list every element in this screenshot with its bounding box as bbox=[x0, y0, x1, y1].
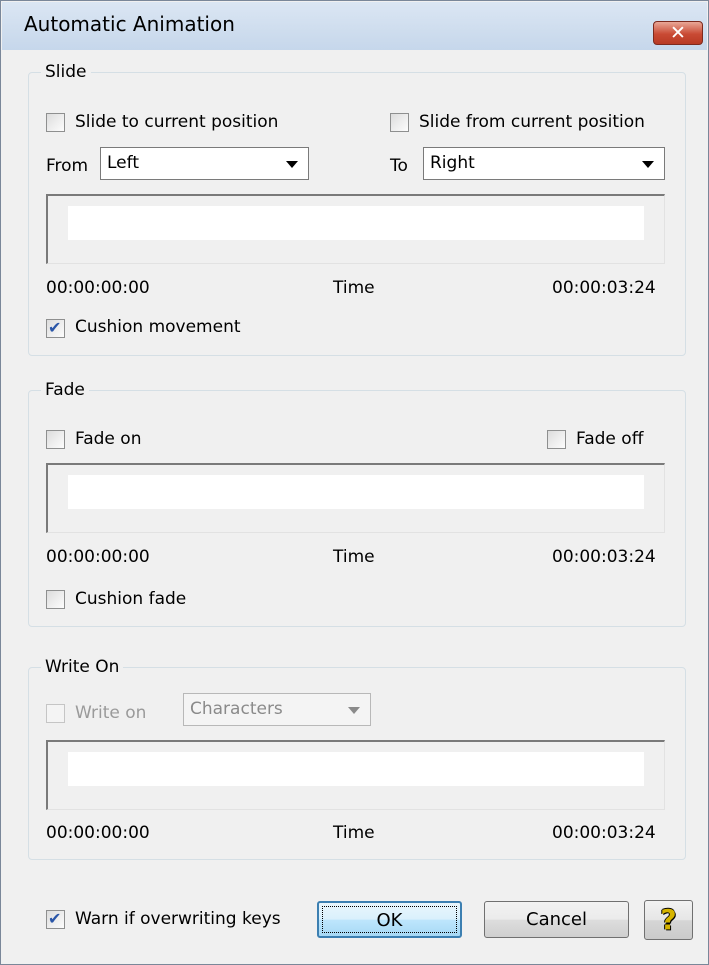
cushion-movement-checkbox[interactable] bbox=[46, 318, 65, 338]
window-title: Automatic Animation bbox=[24, 12, 235, 36]
slide-time-label: Time bbox=[333, 278, 375, 298]
to-dropdown[interactable]: Right bbox=[423, 147, 665, 180]
write-on-mode-value: Characters bbox=[190, 699, 283, 719]
chevron-down-icon bbox=[286, 161, 298, 168]
write-on-checkbox[interactable] bbox=[46, 704, 65, 723]
fade-timeline[interactable] bbox=[46, 463, 665, 533]
cancel-button[interactable]: Cancel bbox=[484, 901, 629, 938]
slide-timeline-area[interactable] bbox=[68, 206, 644, 240]
from-label: From bbox=[46, 156, 89, 176]
slide-time-end: 00:00:03:24 bbox=[552, 278, 656, 298]
chevron-down-icon bbox=[348, 707, 360, 714]
write-on-time-label: Time bbox=[333, 823, 375, 843]
close-icon: ✕ bbox=[670, 22, 686, 44]
to-dropdown-value: Right bbox=[430, 153, 475, 173]
automatic-animation-dialog: Automatic Animation ✕ Slide Slide to cur… bbox=[0, 0, 709, 965]
title-bar[interactable]: Automatic Animation ✕ bbox=[2, 2, 707, 50]
slide-from-current-checkbox[interactable] bbox=[390, 113, 409, 132]
focus-rectangle bbox=[322, 906, 457, 933]
chevron-down-icon bbox=[642, 161, 654, 168]
fade-on-checkbox[interactable] bbox=[46, 430, 65, 449]
slide-from-current-label[interactable]: Slide from current position bbox=[419, 111, 645, 133]
write-on-group-label: Write On bbox=[41, 656, 124, 678]
slide-to-current-label[interactable]: Slide to current position bbox=[75, 111, 278, 133]
write-on-mode-dropdown[interactable]: Characters bbox=[183, 693, 371, 726]
slide-group-label: Slide bbox=[41, 61, 91, 83]
write-on-time-end: 00:00:03:24 bbox=[552, 823, 656, 843]
slide-time-start: 00:00:00:00 bbox=[46, 278, 150, 298]
help-button[interactable]: ? bbox=[644, 900, 693, 940]
fade-on-label[interactable]: Fade on bbox=[75, 428, 141, 450]
fade-group-label: Fade bbox=[41, 379, 89, 401]
cushion-movement-label[interactable]: Cushion movement bbox=[75, 316, 241, 338]
close-button[interactable]: ✕ bbox=[653, 21, 703, 45]
cushion-fade-label[interactable]: Cushion fade bbox=[75, 588, 186, 610]
write-on-timeline[interactable] bbox=[46, 740, 665, 810]
ok-button[interactable]: OK bbox=[317, 901, 462, 938]
warn-overwrite-label[interactable]: Warn if overwriting keys bbox=[75, 908, 281, 930]
cushion-fade-checkbox[interactable] bbox=[46, 590, 65, 609]
fade-time-label: Time bbox=[333, 547, 375, 567]
help-icon: ? bbox=[660, 903, 677, 936]
write-on-label[interactable]: Write on bbox=[75, 702, 146, 724]
slide-timeline[interactable] bbox=[46, 194, 665, 264]
fade-time-end: 00:00:03:24 bbox=[552, 547, 656, 567]
write-on-timeline-area[interactable] bbox=[68, 752, 644, 786]
from-dropdown-value: Left bbox=[107, 153, 139, 173]
slide-to-current-checkbox[interactable] bbox=[46, 113, 65, 132]
fade-off-checkbox[interactable] bbox=[547, 430, 566, 449]
from-dropdown[interactable]: Left bbox=[100, 147, 309, 180]
to-label: To bbox=[390, 156, 408, 176]
write-on-time-start: 00:00:00:00 bbox=[46, 823, 150, 843]
fade-timeline-area[interactable] bbox=[68, 475, 644, 509]
warn-overwrite-checkbox[interactable] bbox=[46, 909, 65, 929]
cancel-button-label: Cancel bbox=[526, 909, 587, 930]
fade-off-label[interactable]: Fade off bbox=[576, 428, 643, 450]
fade-time-start: 00:00:00:00 bbox=[46, 547, 150, 567]
